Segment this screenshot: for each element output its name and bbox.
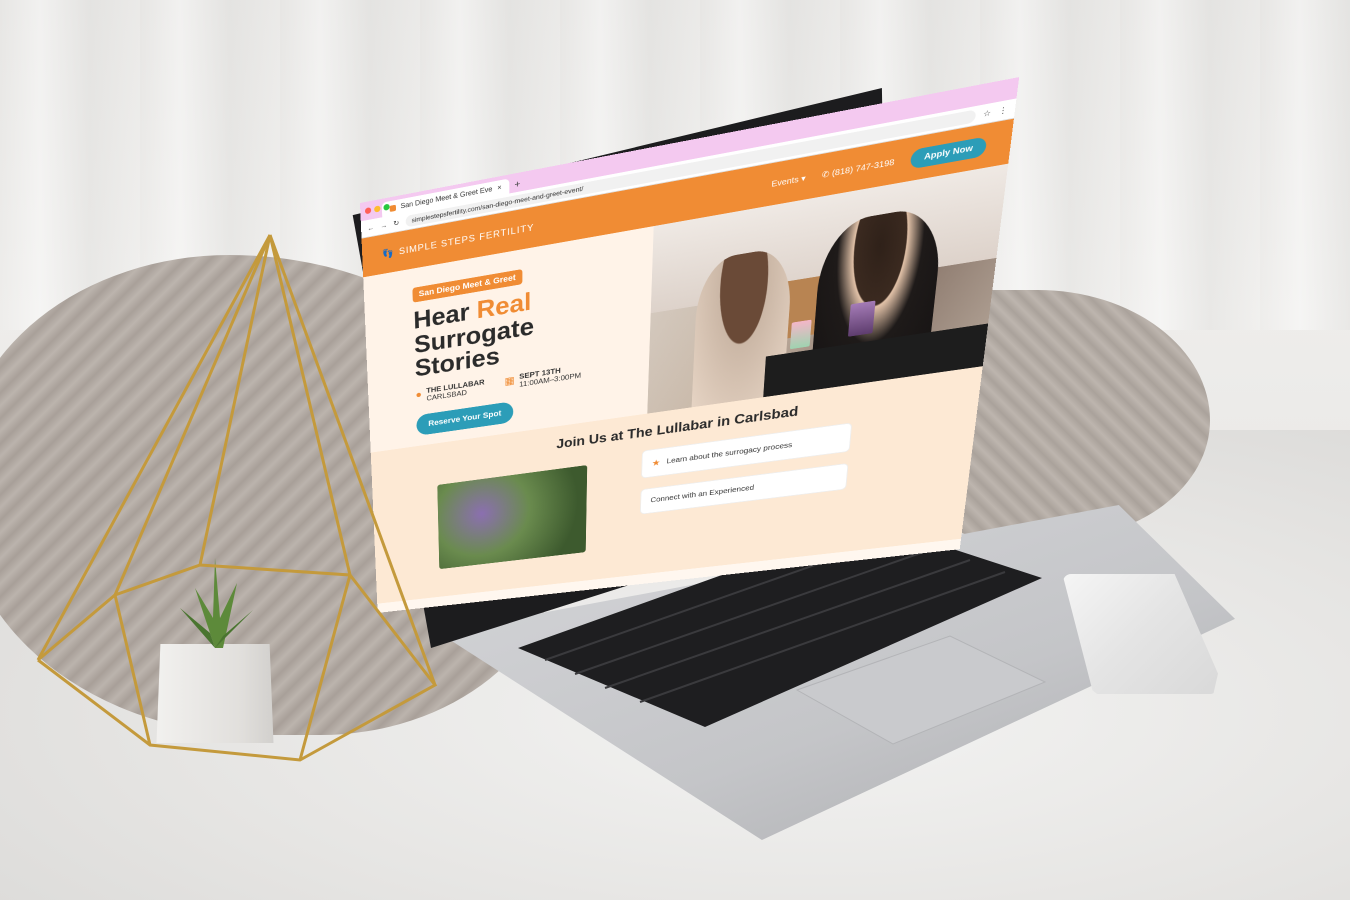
menu-dots-icon[interactable]: ⋮	[998, 105, 1008, 116]
nav-events[interactable]: Events ▾	[771, 174, 806, 189]
calendar-icon: ▦	[504, 374, 514, 388]
minimize-window-icon[interactable]	[374, 205, 380, 212]
tab-close-icon[interactable]: ×	[497, 180, 501, 196]
forward-icon[interactable]: →	[380, 221, 387, 230]
favicon-icon	[390, 204, 396, 211]
succulent-leaves	[195, 558, 237, 648]
photo-cup	[790, 320, 812, 350]
reload-icon[interactable]: ↻	[393, 218, 399, 227]
back-icon[interactable]: ←	[367, 223, 374, 232]
photo-cup	[848, 300, 875, 337]
reserve-spot-button[interactable]: Reserve Your Spot	[416, 401, 513, 436]
venue-photo	[437, 465, 587, 569]
event-date: ▦ SEPT 13TH 11:00AM–3:00PM	[504, 364, 581, 391]
star-icon: ★	[652, 457, 661, 468]
bookmark-star-icon[interactable]: ☆	[983, 108, 992, 119]
footprints-icon: 👣	[382, 247, 395, 260]
event-location: ● THE LULLABAR CARLSBAD	[415, 379, 484, 405]
maximize-window-icon[interactable]	[383, 204, 389, 211]
phone-link[interactable]: ✆ (818) 747-3198	[821, 158, 894, 180]
apply-now-button[interactable]: Apply Now	[910, 136, 987, 169]
close-window-icon[interactable]	[365, 207, 371, 214]
new-tab-button[interactable]: +	[514, 176, 520, 192]
succulent-plant	[165, 548, 265, 653]
map-pin-icon: ●	[415, 388, 422, 400]
